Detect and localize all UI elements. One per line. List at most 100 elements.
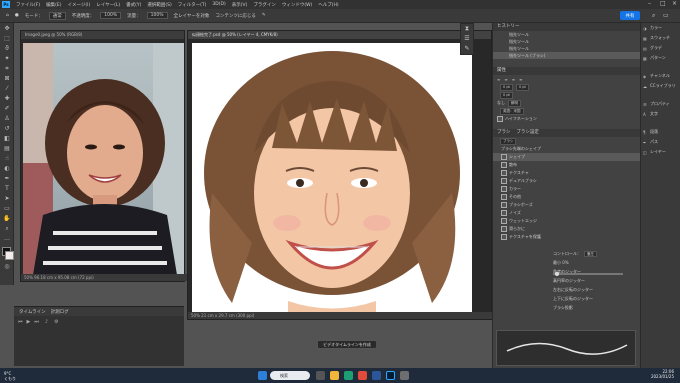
- history-panel-icon[interactable]: ⧗: [461, 24, 473, 34]
- clock[interactable]: 22:06 2023/01/25: [651, 369, 674, 379]
- menu-plugins[interactable]: プラグイン: [253, 2, 276, 8]
- pen-pressure-icon[interactable]: ✎: [262, 13, 266, 18]
- home-icon[interactable]: ⌂: [6, 13, 9, 18]
- properties-panel-icon[interactable]: ☰: [461, 34, 473, 44]
- pen-tool-icon[interactable]: ✒: [3, 175, 11, 183]
- play-icon[interactable]: ▶: [27, 319, 31, 325]
- task-view-icon[interactable]: [316, 371, 325, 380]
- photo-canvas[interactable]: [23, 43, 184, 275]
- taskbar-search[interactable]: 検索: [270, 371, 310, 380]
- eraser-tool-icon[interactable]: ◧: [3, 135, 11, 143]
- app-icon[interactable]: [400, 371, 409, 380]
- brush-option-noise[interactable]: ノイズ: [493, 209, 640, 217]
- share-button[interactable]: 共有: [620, 11, 640, 20]
- settings-icon[interactable]: ⚙: [54, 319, 58, 325]
- brush-option-color[interactable]: カラー: [493, 185, 640, 193]
- align-left-icon[interactable]: ≡: [497, 77, 500, 82]
- brush-option-texture[interactable]: テクスチャ: [493, 169, 640, 177]
- history-item[interactable]: 指先ツール: [493, 45, 640, 52]
- history-item-selected[interactable]: 指先ツール (ブラシ): [493, 52, 640, 59]
- photoshop-logo-icon[interactable]: Ps: [2, 1, 10, 8]
- menu-select[interactable]: 選択範囲(S): [147, 2, 171, 8]
- move-tool-icon[interactable]: ✥: [3, 25, 11, 33]
- content-aware-checkbox[interactable]: コンテンツに応じる: [215, 13, 256, 19]
- swatches-panel-button[interactable]: ▦ スウォッチ: [641, 33, 680, 43]
- color-panel-button[interactable]: ◑ カラー: [641, 23, 680, 33]
- brush-panel-icon[interactable]: ✎: [461, 44, 473, 54]
- frame-tool-icon[interactable]: ⊠: [3, 75, 11, 83]
- marquee-tool-icon[interactable]: ⬚: [3, 35, 11, 43]
- healing-brush-tool-icon[interactable]: ✚: [3, 95, 11, 103]
- path-select-tool-icon[interactable]: ➤: [3, 195, 11, 203]
- brush-presets-button[interactable]: ブラシ: [500, 137, 517, 145]
- edge-browser-icon[interactable]: [344, 371, 353, 380]
- hand-tool-icon[interactable]: ✋: [3, 215, 11, 223]
- flip-x-checkbox[interactable]: 左右に反転のジッター: [553, 287, 639, 293]
- lasso-tool-icon[interactable]: ϑ: [3, 45, 11, 53]
- close-icon[interactable]: ×: [672, 0, 677, 9]
- dodge-tool-icon[interactable]: ◐: [3, 165, 11, 173]
- brush-option-wet-edges[interactable]: ウェットエッジ: [493, 217, 640, 225]
- doc-tab-illustration[interactable]: 似顔絵完了.psd @ 50% (レイヤー 4, CMYK/8): [188, 31, 491, 39]
- align-center-icon[interactable]: ≡: [504, 77, 507, 82]
- tab-measurement-log[interactable]: 計測ログ: [51, 309, 69, 315]
- file-explorer-icon[interactable]: [330, 371, 339, 380]
- cc-libraries-panel-button[interactable]: ☁ CCライブラリ: [641, 81, 680, 91]
- create-video-timeline-button[interactable]: ビデオタイムラインを作成: [317, 340, 377, 349]
- prev-frame-icon[interactable]: ⏮: [18, 319, 23, 325]
- sample-all-checkbox[interactable]: 全レイヤーを対象: [174, 13, 210, 19]
- chrome-icon[interactable]: [358, 371, 367, 380]
- menu-3d[interactable]: 3D(D): [212, 2, 225, 7]
- space-before-field[interactable]: 0 pt: [500, 91, 513, 99]
- smudge-tool-icon[interactable]: ☝: [3, 155, 11, 163]
- menu-help[interactable]: ヘルプ(H): [318, 2, 338, 8]
- gradient-tool-icon[interactable]: ▤: [3, 145, 11, 153]
- tab-brush[interactable]: ブラシ: [497, 129, 510, 137]
- menu-view[interactable]: 表示(V): [232, 2, 248, 8]
- color-swatches[interactable]: [0, 245, 14, 261]
- type-tool-icon[interactable]: T: [3, 185, 11, 193]
- mode-select[interactable]: 通常: [48, 11, 66, 20]
- flow-field[interactable]: 100%: [146, 12, 168, 19]
- size-jitter-slider[interactable]: [553, 273, 623, 275]
- brush-option-pose[interactable]: ブラシポーズ: [493, 201, 640, 209]
- flip-y-checkbox[interactable]: 上下に反転のジッター: [553, 296, 639, 302]
- minimize-icon[interactable]: –: [648, 0, 651, 9]
- shape-tool-icon[interactable]: ▭: [3, 205, 11, 213]
- mail-icon[interactable]: [372, 371, 381, 380]
- menu-edit[interactable]: 編集(E): [46, 2, 61, 8]
- workspace-icon[interactable]: ▭: [663, 12, 669, 19]
- control-select[interactable]: 筆圧: [584, 251, 597, 257]
- stamp-tool-icon[interactable]: ♙: [3, 115, 11, 123]
- language-select[interactable]: 英語：米国: [500, 107, 524, 115]
- weather-widget[interactable]: 9°C くもり: [4, 371, 16, 381]
- windows-start-icon[interactable]: [258, 371, 267, 380]
- properties-panel-button[interactable]: ☰ プロパティ: [641, 99, 680, 109]
- indent-right-field[interactable]: 0 pt: [515, 83, 529, 91]
- slider-handle[interactable]: [555, 272, 559, 276]
- tab-timeline[interactable]: タイムライン: [19, 309, 46, 315]
- quick-mask-icon[interactable]: ◎: [3, 263, 11, 271]
- doc-tab-photo[interactable]: Image0.jpeg @ 50% (RGB/8): [21, 31, 184, 39]
- paragraph-panel-button[interactable]: ¶ 段落: [641, 127, 680, 137]
- paths-panel-button[interactable]: ✒ パス: [641, 137, 680, 147]
- checkbox[interactable]: [501, 154, 507, 160]
- brush-projection-checkbox[interactable]: ブラシ投影: [553, 305, 639, 311]
- brush-tool-icon[interactable]: ✐: [3, 105, 11, 113]
- brush-option-dual[interactable]: デュアルブラシ: [493, 177, 640, 185]
- brush-tip-shape-row[interactable]: ブラシ先端のシェイプ: [493, 145, 640, 153]
- maximize-icon[interactable]: □: [660, 0, 666, 9]
- opacity-field[interactable]: 100%: [100, 12, 122, 19]
- menu-layer[interactable]: レイヤー(L): [96, 2, 120, 8]
- photoshop-taskbar-icon[interactable]: [386, 371, 395, 380]
- brush-option-shape[interactable]: シェイプ: [493, 153, 640, 161]
- menu-type[interactable]: 書式(Y): [126, 2, 141, 8]
- next-frame-icon[interactable]: ⏭: [34, 319, 39, 325]
- justify-icon[interactable]: ≡: [519, 77, 522, 82]
- indent-left-field[interactable]: 0 pt: [500, 83, 513, 91]
- crop-tool-icon[interactable]: ⌗: [3, 65, 11, 73]
- brush-option-other[interactable]: その他: [493, 193, 640, 201]
- tab-brush-settings[interactable]: ブラシ設定: [516, 129, 538, 137]
- character-panel-button[interactable]: A 文字: [641, 109, 680, 119]
- patterns-panel-button[interactable]: ▩ パターン: [641, 53, 680, 63]
